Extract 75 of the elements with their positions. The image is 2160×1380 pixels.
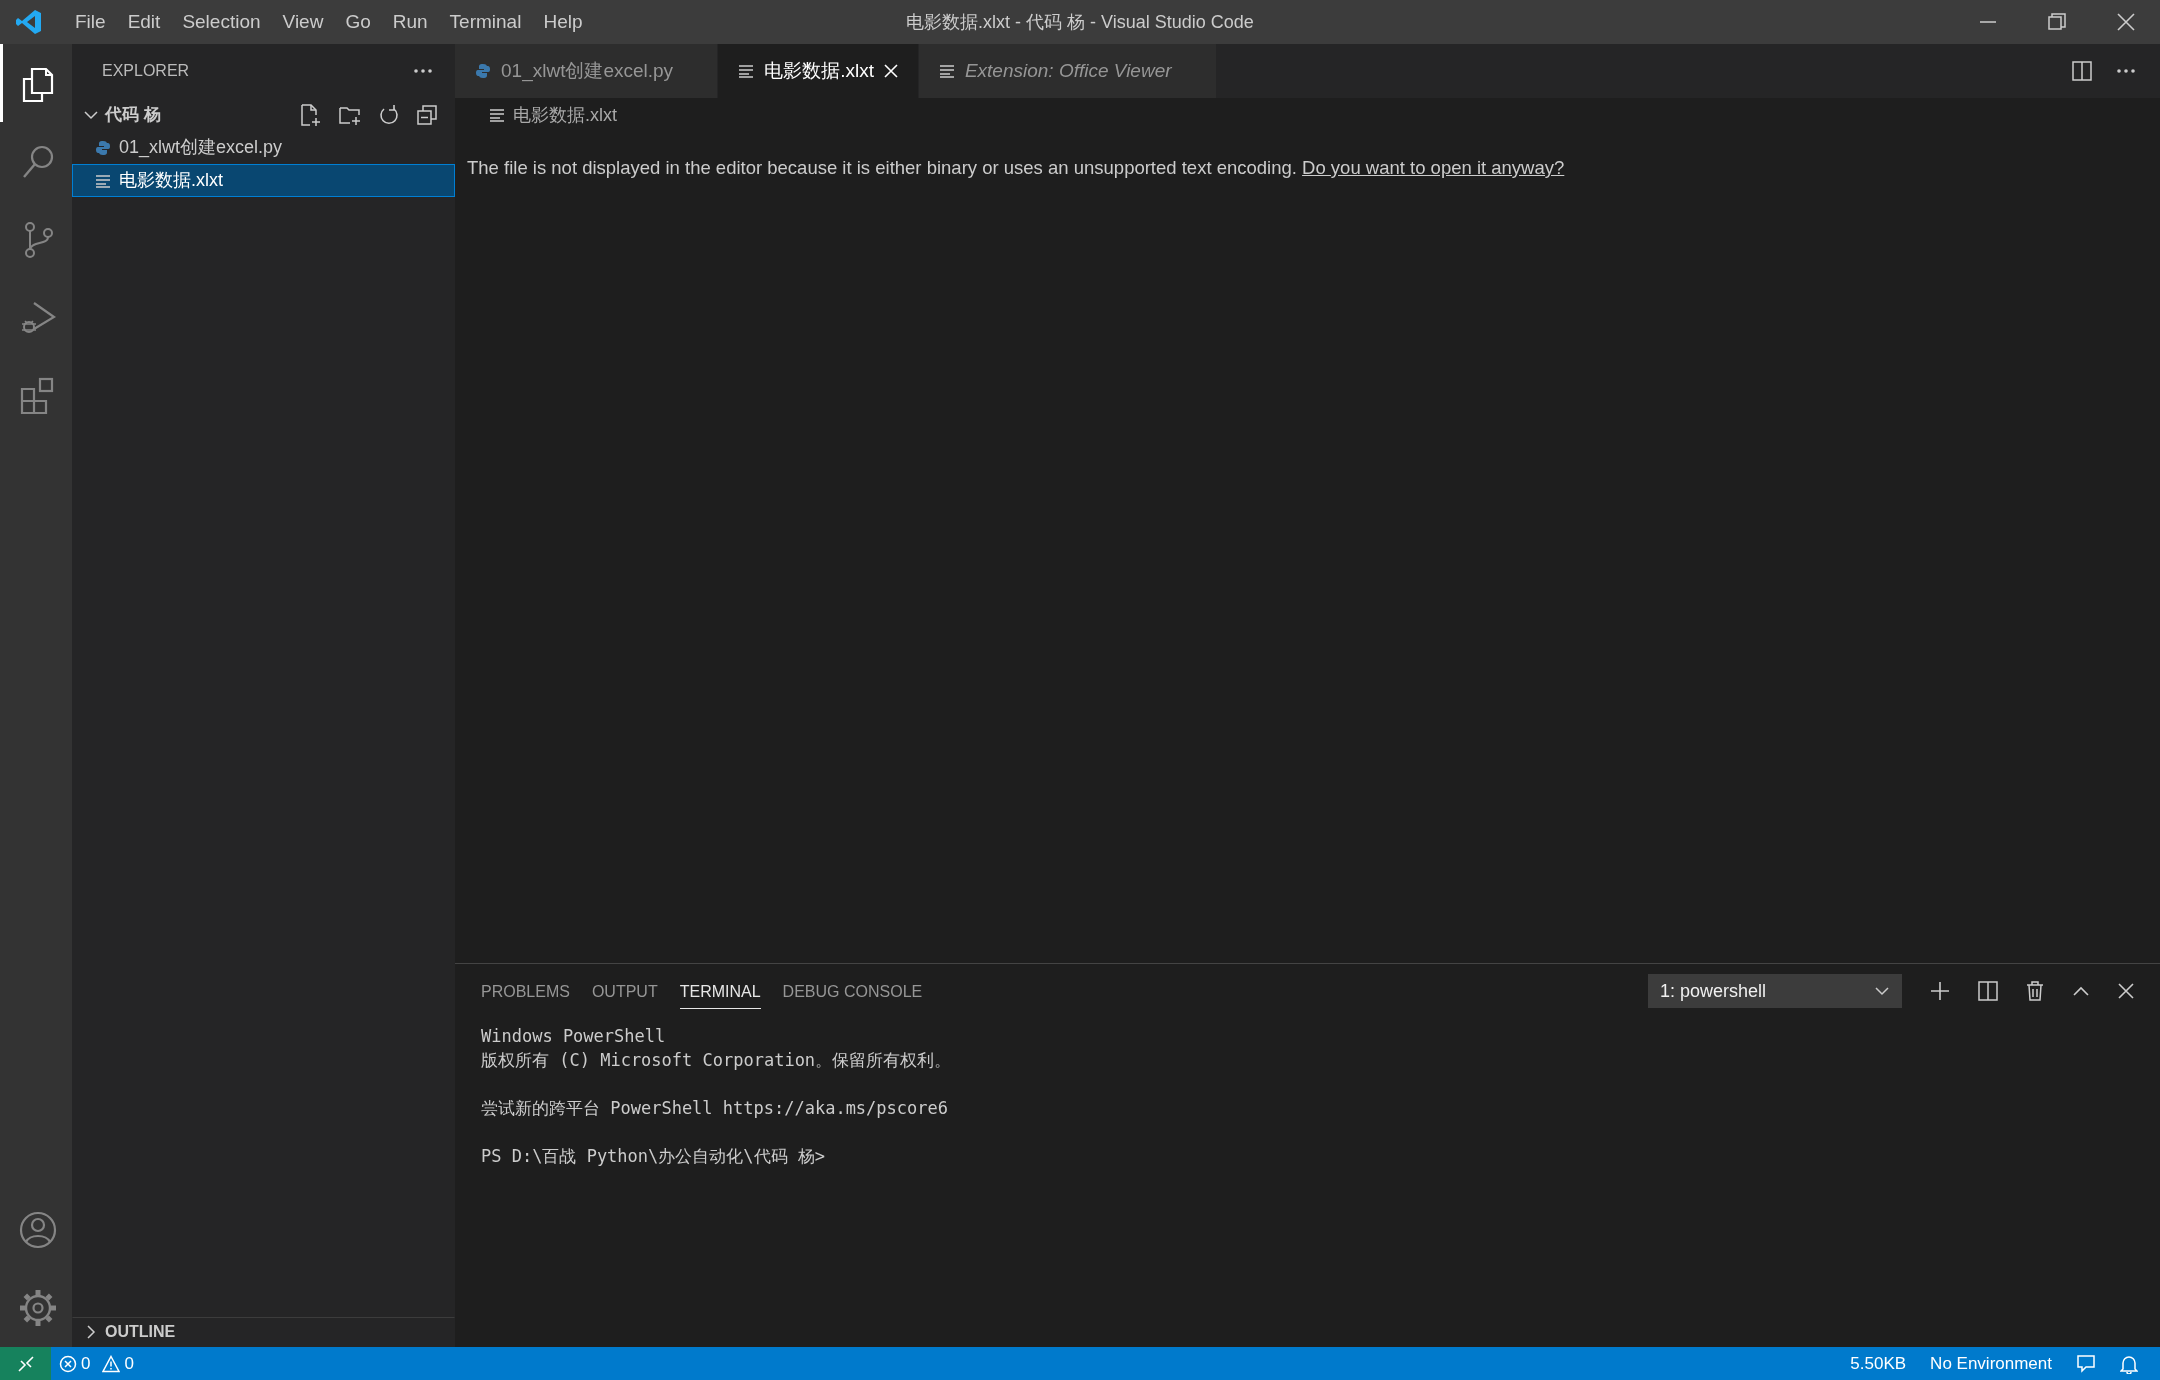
python-icon [95,139,111,156]
restore-icon [2047,13,2066,31]
plus-icon [1930,981,1950,1001]
delete-terminal-button[interactable] [2026,981,2044,1001]
lines-icon [738,64,755,78]
remote-icon [16,1354,35,1373]
panel-tab[interactable]: PROBLEMS [481,973,570,1009]
terminal-dropdown[interactable]: 1: powershell [1648,974,1902,1008]
split-icon [2072,61,2092,81]
feedback-button[interactable] [2076,1353,2096,1374]
explorer-tree-row[interactable]: 电影数据.xlxt [72,164,455,197]
chevron-up-icon [2072,985,2090,997]
panel-tab[interactable]: DEBUG CONSOLE [782,973,923,1009]
remote-button[interactable] [0,1347,51,1380]
error-icon [59,1354,77,1373]
close-icon[interactable] [883,64,898,78]
breadcrumb[interactable]: 电影数据.xlxt [513,101,617,129]
terminal-line: 版权所有 (C) Microsoft Corporation。保留所有权利。 [481,1049,952,1072]
menu-item[interactable]: Selection [171,7,272,37]
collapse-all-button[interactable] [416,102,438,127]
minimize-icon [1979,21,1996,23]
refresh-button[interactable] [378,102,400,127]
bell-icon [2120,1353,2138,1374]
editor-tab[interactable]: 电影数据.xlxt [718,44,919,98]
warning-icon [102,1354,121,1373]
refresh-icon [378,103,400,126]
more-icon [2116,68,2136,74]
maximize-panel-button[interactable] [2072,985,2090,997]
python-icon [475,63,491,79]
close-panel-button[interactable] [2118,983,2134,999]
menu-item[interactable]: Terminal [438,7,533,37]
explorer-tree-row[interactable]: 01_xlwt创建excel.py [72,131,455,164]
menu-item[interactable]: Edit [116,7,172,37]
menu-item[interactable]: Help [532,7,594,37]
lines-icon [938,64,955,78]
panel-tab[interactable]: OUTPUT [591,973,658,1009]
editor-tab[interactable]: 01_xlwt创建excel.py [455,44,719,98]
close-icon [2118,983,2134,999]
new-file-icon [298,102,322,127]
sidebar-title: EXPLORER [102,61,190,81]
lines-icon [95,173,111,188]
more-actions-button[interactable] [2116,68,2136,74]
trash-icon [2026,981,2044,1001]
split-icon [1978,981,1998,1001]
lines-icon [489,108,505,122]
terminal-line: Windows PowerShell [481,1025,666,1048]
menu-item[interactable]: View [271,7,335,37]
new-file-button[interactable] [298,102,322,127]
more-icon [413,68,433,74]
menu-item[interactable]: File [64,7,117,37]
panel-tab[interactable]: TERMINAL [679,973,761,1009]
settings-icon [17,1288,58,1328]
outline-header[interactable]: OUTLINE [105,1320,176,1344]
menu-item[interactable]: Go [334,7,382,37]
terminal-line: PS D:\百战 Python\办公自动化\代码 杨> [481,1145,825,1168]
close-icon [2116,13,2135,31]
more-actions-button[interactable] [413,68,433,74]
problems-button[interactable]: 0 0 [59,1350,134,1377]
menu-item[interactable]: Run [381,7,439,37]
environment-status[interactable]: No Environment [1930,1350,2052,1377]
terminal-line: 尝试新的跨平台 PowerShell https://aka.ms/pscore6 [481,1097,948,1120]
open-anyway-link[interactable]: Do you want to open it anyway? [1302,157,1565,178]
feedback-icon [2076,1353,2096,1374]
account-icon [17,1210,58,1250]
message-text: The file is not displayed in the editor because it is either binary or uses an unsupported text encoding. [467,157,1298,178]
notifications-button[interactable] [2120,1353,2138,1374]
editor-tab[interactable]: Extension: Office Viewer [918,44,1217,98]
window-title: 电影数据.xlxt - 代码 杨 - Visual Studio Code [906,11,1254,32]
folder-label[interactable]: 代码 杨 [105,101,161,128]
new-terminal-button[interactable] [1930,981,1950,1001]
collapse-icon [416,103,438,126]
split-editor-button[interactable] [2072,61,2092,81]
file-size[interactable]: 5.50KB [1850,1350,1907,1377]
split-terminal-button[interactable] [1978,981,1998,1001]
app-logo-icon [14,7,44,37]
